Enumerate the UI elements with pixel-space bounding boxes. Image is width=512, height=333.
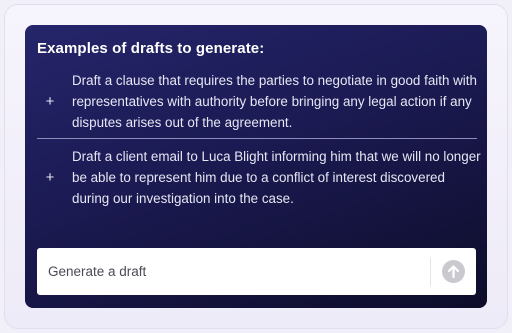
plus-icon[interactable]: + xyxy=(43,91,57,112)
example-text-line: be able to represent him due to a confli… xyxy=(72,170,445,185)
divider xyxy=(37,138,477,139)
draft-examples-panel: Examples of drafts to generate: + Draft … xyxy=(25,25,487,308)
plus-icon[interactable]: + xyxy=(43,167,57,188)
input-divider xyxy=(430,258,431,286)
example-draft-text[interactable]: Draft a clause that requires the parties… xyxy=(72,70,482,133)
generate-draft-input[interactable] xyxy=(37,248,427,295)
example-text-line: during our investigation into the case. xyxy=(72,191,294,206)
example-draft-item[interactable]: + Draft a clause that requires the parti… xyxy=(37,70,477,134)
panel-title: Examples of drafts to generate: xyxy=(37,40,265,57)
example-text-line: Draft a client email to Luca Blight info… xyxy=(72,149,481,164)
example-text-line: disputes arises out of the agreement. xyxy=(72,115,293,130)
example-draft-text[interactable]: Draft a client email to Luca Blight info… xyxy=(72,146,482,209)
example-text-line: representatives with authority before br… xyxy=(72,94,472,109)
send-button[interactable] xyxy=(442,260,465,283)
example-draft-item[interactable]: + Draft a client email to Luca Blight in… xyxy=(37,146,481,210)
prompt-input-bar xyxy=(37,248,476,295)
arrow-up-icon xyxy=(447,265,460,279)
example-text-line: Draft a clause that requires the parties… xyxy=(72,73,477,88)
